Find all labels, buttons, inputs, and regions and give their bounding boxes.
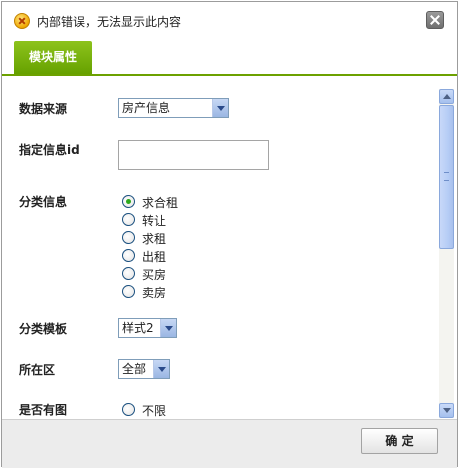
titlebar: 内部错误，无法显示此内容 <box>2 2 457 40</box>
radio-label: 卖房 <box>142 286 167 300</box>
template-select[interactable]: 样式2 <box>118 318 177 338</box>
form-content: 数据来源 房产信息 指定信息id 分类信息 求合租 转让 求租 出租 买房 卖房… <box>2 76 439 417</box>
dialog: 内部错误，无法显示此内容 模块属性 数据来源 房产信息 指定信息id 分类信息 … <box>1 1 458 468</box>
vertical-scrollbar[interactable] <box>439 89 454 418</box>
radio-label: 出租 <box>142 250 167 264</box>
radio-label: 买房 <box>142 268 167 282</box>
radio-label: 求合租 <box>142 196 179 210</box>
data-source-label: 数据来源 <box>19 102 68 116</box>
info-id-label: 指定信息id <box>19 143 80 157</box>
error-icon <box>14 13 30 29</box>
tab-bar: 模块属性 <box>2 40 457 76</box>
radio-label: 求租 <box>142 232 167 246</box>
ok-button[interactable]: 确 定 <box>361 428 438 454</box>
tab-module-properties[interactable]: 模块属性 <box>14 41 92 74</box>
chevron-down-icon <box>212 99 228 117</box>
radio-icon[interactable] <box>122 249 135 262</box>
radio-label: 转让 <box>142 214 167 228</box>
template-value: 样式2 <box>122 321 154 335</box>
district-value: 全部 <box>122 362 147 376</box>
scroll-up-icon[interactable] <box>439 89 454 104</box>
category-label: 分类信息 <box>19 195 68 209</box>
template-label: 分类模板 <box>19 322 68 336</box>
chevron-down-icon <box>153 360 169 378</box>
district-select[interactable]: 全部 <box>118 359 170 379</box>
radio-icon[interactable] <box>122 285 135 298</box>
scroll-down-icon[interactable] <box>439 403 454 418</box>
radio-label: 不限 <box>142 404 167 417</box>
chevron-down-icon <box>160 319 176 337</box>
has-image-label: 是否有图 <box>19 403 68 417</box>
dialog-title: 内部错误，无法显示此内容 <box>37 15 182 29</box>
radio-icon[interactable] <box>122 213 135 226</box>
scroll-thumb[interactable] <box>439 105 454 249</box>
radio-icon[interactable] <box>122 231 135 244</box>
close-icon[interactable] <box>426 11 444 29</box>
radio-icon[interactable] <box>122 403 135 416</box>
dialog-footer: 确 定 <box>2 419 457 468</box>
radio-icon[interactable] <box>122 267 135 280</box>
data-source-value: 房产信息 <box>122 101 171 115</box>
data-source-select[interactable]: 房产信息 <box>118 98 229 118</box>
radio-checked-icon[interactable] <box>122 195 135 208</box>
district-label: 所在区 <box>19 363 56 377</box>
info-id-input[interactable] <box>118 140 269 170</box>
